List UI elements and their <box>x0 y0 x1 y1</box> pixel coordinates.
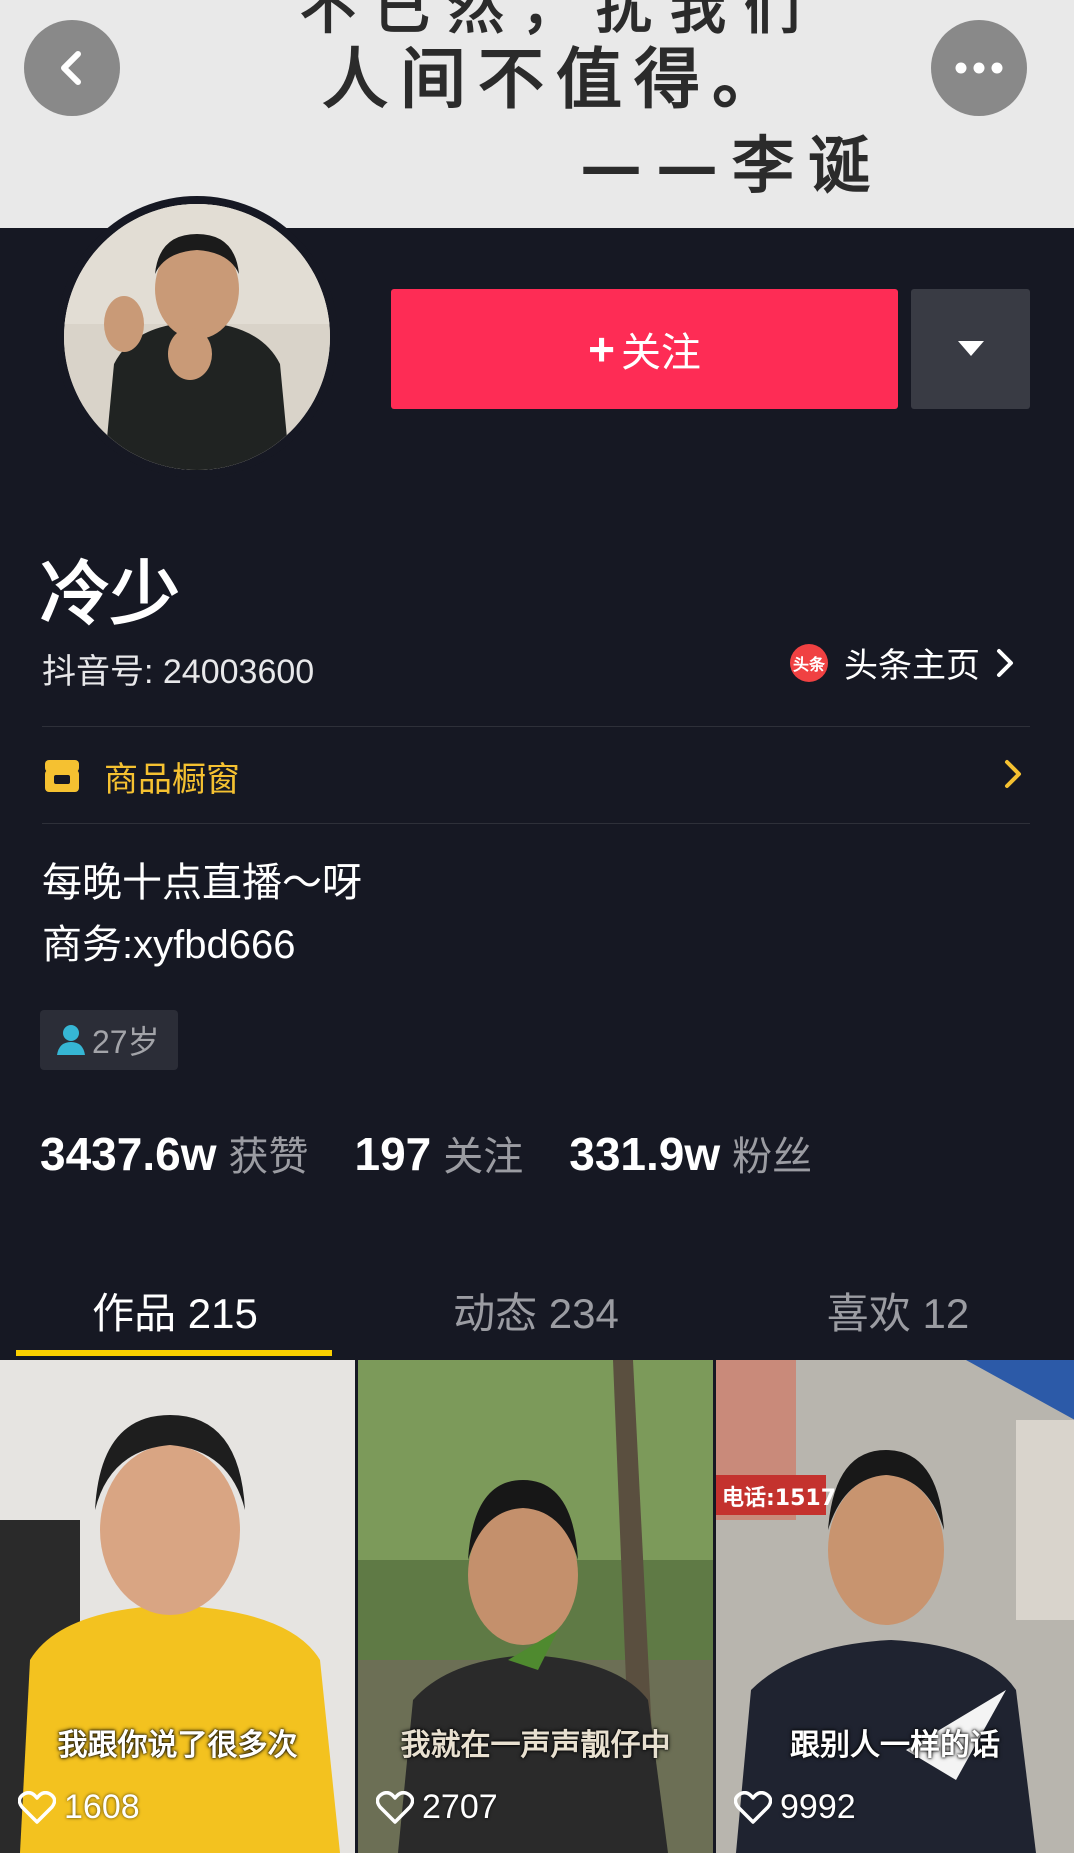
chevron-right-icon <box>1005 760 1021 788</box>
follow-label: 关注 <box>620 331 701 375</box>
profile-nickname: 冷少 <box>40 555 180 633</box>
back-arrow-icon <box>61 51 81 85</box>
profile-cover: 不已然，扰我们 人间不值得。 ——李诞 <box>0 0 1074 228</box>
stat-label: 粉丝 <box>732 1135 813 1179</box>
shop-icon <box>45 760 79 792</box>
tab-likes[interactable]: 喜欢 12 <box>722 1262 1074 1358</box>
video-like-count: 1608 <box>64 1788 140 1826</box>
toutiao-homepage-link[interactable]: 头条 头条主页 <box>790 638 1016 687</box>
video-likes: 2707 <box>376 1788 498 1827</box>
divider <box>42 823 1030 824</box>
chevron-right-icon <box>997 648 1013 677</box>
back-button[interactable] <box>24 20 120 116</box>
tab-dynamics[interactable]: 动态 234 <box>350 1262 722 1358</box>
age-text: 27岁 <box>92 1024 160 1060</box>
dropdown-triangle-icon <box>957 341 984 356</box>
profile-bio: 每晚十点直播～呀 商务:xyfbd666 <box>42 852 362 976</box>
video-like-count: 9992 <box>780 1788 856 1826</box>
plus-icon: + <box>588 323 615 375</box>
bio-line: 商务:xyfbd666 <box>42 923 296 967</box>
stat-label: 关注 <box>443 1135 524 1179</box>
profile-stats: 3437.6w 获赞 197 关注 331.9w 粉丝 <box>40 1124 858 1182</box>
age-badge: 27岁 <box>40 1010 178 1070</box>
profile-tabs: 作品 215 动态 234 喜欢 12 <box>0 1262 1074 1358</box>
video-thumbnail[interactable]: 我就在一声声靓仔中 2707 <box>358 1360 713 1853</box>
stat-label: 获赞 <box>228 1135 309 1179</box>
shop-window-row[interactable]: 商品橱窗 <box>42 730 1030 822</box>
heart-icon <box>734 1790 772 1824</box>
video-caption: 跟别人一样的话 <box>790 1729 1000 1762</box>
avatar[interactable] <box>56 196 338 478</box>
video-likes: 9992 <box>734 1788 856 1827</box>
toutiao-logo-icon: 头条 <box>790 643 828 682</box>
more-button[interactable] <box>931 20 1027 116</box>
heart-icon <box>18 1790 56 1824</box>
video-like-count: 2707 <box>422 1788 498 1826</box>
avatar-photo <box>64 204 330 470</box>
tab-works[interactable]: 作品 215 <box>0 1262 350 1358</box>
stat-value: 331.9w <box>569 1128 721 1180</box>
divider <box>42 726 1030 727</box>
stat-likes[interactable]: 3437.6w 获赞 <box>40 1124 308 1182</box>
recommend-dropdown-button[interactable] <box>911 289 1030 409</box>
toutiao-link-label: 头条主页 <box>844 647 980 685</box>
video-thumbnail[interactable]: 电话:1517 跟别人一样的话 9992 <box>716 1360 1074 1853</box>
follow-button[interactable]: + 关注 <box>391 289 898 409</box>
person-icon <box>57 1025 85 1055</box>
stat-following[interactable]: 197 关注 <box>354 1124 523 1182</box>
cover-quote-author: ——李诞 <box>580 129 885 202</box>
video-thumbnail[interactable]: 我跟你说了很多次 1608 <box>0 1360 355 1853</box>
shop-sign-text: 电话:1517 <box>722 1486 836 1511</box>
video-likes: 1608 <box>18 1788 140 1827</box>
shop-window-label: 商品橱窗 <box>104 760 240 799</box>
stat-value: 3437.6w <box>40 1128 217 1180</box>
video-thumbnail-image <box>358 1360 713 1853</box>
bio-line: 每晚十点直播～呀 <box>42 861 362 905</box>
video-caption: 我就在一声声靓仔中 <box>400 1729 671 1762</box>
more-dots-icon <box>955 62 1003 74</box>
video-caption: 我跟你说了很多次 <box>57 1729 298 1762</box>
video-thumbnail-image: 电话:1517 <box>716 1360 1074 1853</box>
video-thumbnail-image <box>0 1360 355 1853</box>
heart-icon <box>376 1790 414 1824</box>
stat-followers[interactable]: 331.9w 粉丝 <box>569 1124 812 1182</box>
cover-quote-line2: 人间不值得。 <box>322 40 790 118</box>
tab-active-indicator <box>16 1350 332 1356</box>
douyin-id: 抖音号: 24003600 <box>42 653 315 691</box>
stat-value: 197 <box>354 1128 432 1180</box>
video-grid: 我跟你说了很多次 1608 我就在一声声靓仔中 2707 电话:1517 跟别人… <box>0 1360 1074 1853</box>
